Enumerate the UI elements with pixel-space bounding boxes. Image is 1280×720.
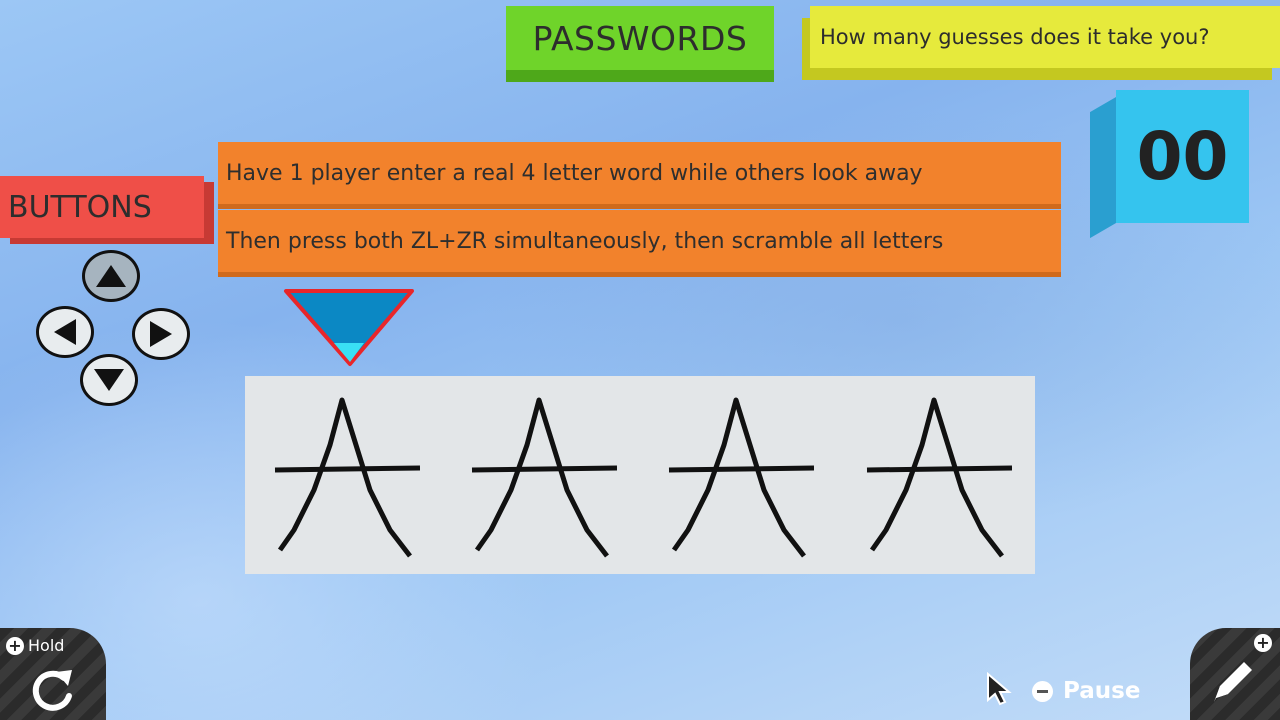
letter-slot-1[interactable]: A [265, 376, 425, 574]
background [0, 0, 1280, 720]
guess-counter-side [1090, 95, 1118, 239]
instruction-text-1: Have 1 player enter a real 4 letter word… [226, 160, 923, 186]
plus-icon: + [6, 636, 24, 655]
arrow-down-icon [94, 369, 124, 391]
instruction-text-2: Then press both ZL+ZR simultaneously, th… [226, 228, 944, 254]
guess-question-block: How many guesses does it take you? [810, 6, 1280, 68]
reset-icon [32, 670, 72, 711]
hold-hint: + Hold [6, 636, 64, 655]
handwritten-letter-2 [471, 397, 617, 558]
instruction-block-1: Have 1 player enter a real 4 letter word… [218, 142, 1061, 204]
guess-question-text: How many guesses does it take you? [820, 25, 1210, 49]
passwords-title-block: PASSWORDS [506, 6, 774, 70]
handwritten-letter-3 [668, 397, 814, 558]
arrow-left-icon [54, 319, 76, 345]
letter-slot-2[interactable]: A [462, 376, 622, 574]
letter-slot-3[interactable]: A [659, 376, 819, 574]
pause-hint[interactable]: Pause [1032, 678, 1140, 704]
letter-board: A A A A [245, 376, 1035, 574]
cursor-icon [987, 672, 1012, 706]
guess-counter: 00 [1116, 90, 1249, 223]
plus-icon: + [1254, 634, 1272, 652]
arrow-up-icon [96, 265, 126, 287]
buttons-label: BUTTONS [8, 189, 152, 225]
dpad-left-button[interactable] [36, 306, 94, 358]
guess-counter-value: 00 [1136, 118, 1229, 195]
slot-selector-pointer [284, 289, 414, 366]
handwritten-letter-4 [866, 397, 1012, 558]
edit-corner-button[interactable]: + [1190, 628, 1280, 720]
arrow-right-icon [150, 321, 172, 347]
minus-icon [1032, 680, 1053, 702]
dpad-up-button[interactable] [82, 250, 140, 302]
instruction-block-2: Then press both ZL+ZR simultaneously, th… [218, 210, 1061, 272]
letter-slot-4[interactable]: A [857, 376, 1017, 574]
pause-label: Pause [1063, 678, 1141, 704]
dpad-right-button[interactable] [132, 308, 190, 360]
hold-label: Hold [28, 636, 65, 655]
passwords-label: PASSWORDS [532, 18, 748, 58]
pencil-icon [1214, 662, 1252, 702]
handwritten-letter-1 [274, 397, 420, 558]
dpad-down-button[interactable] [80, 354, 138, 406]
buttons-title-block: BUTTONS [0, 176, 204, 238]
